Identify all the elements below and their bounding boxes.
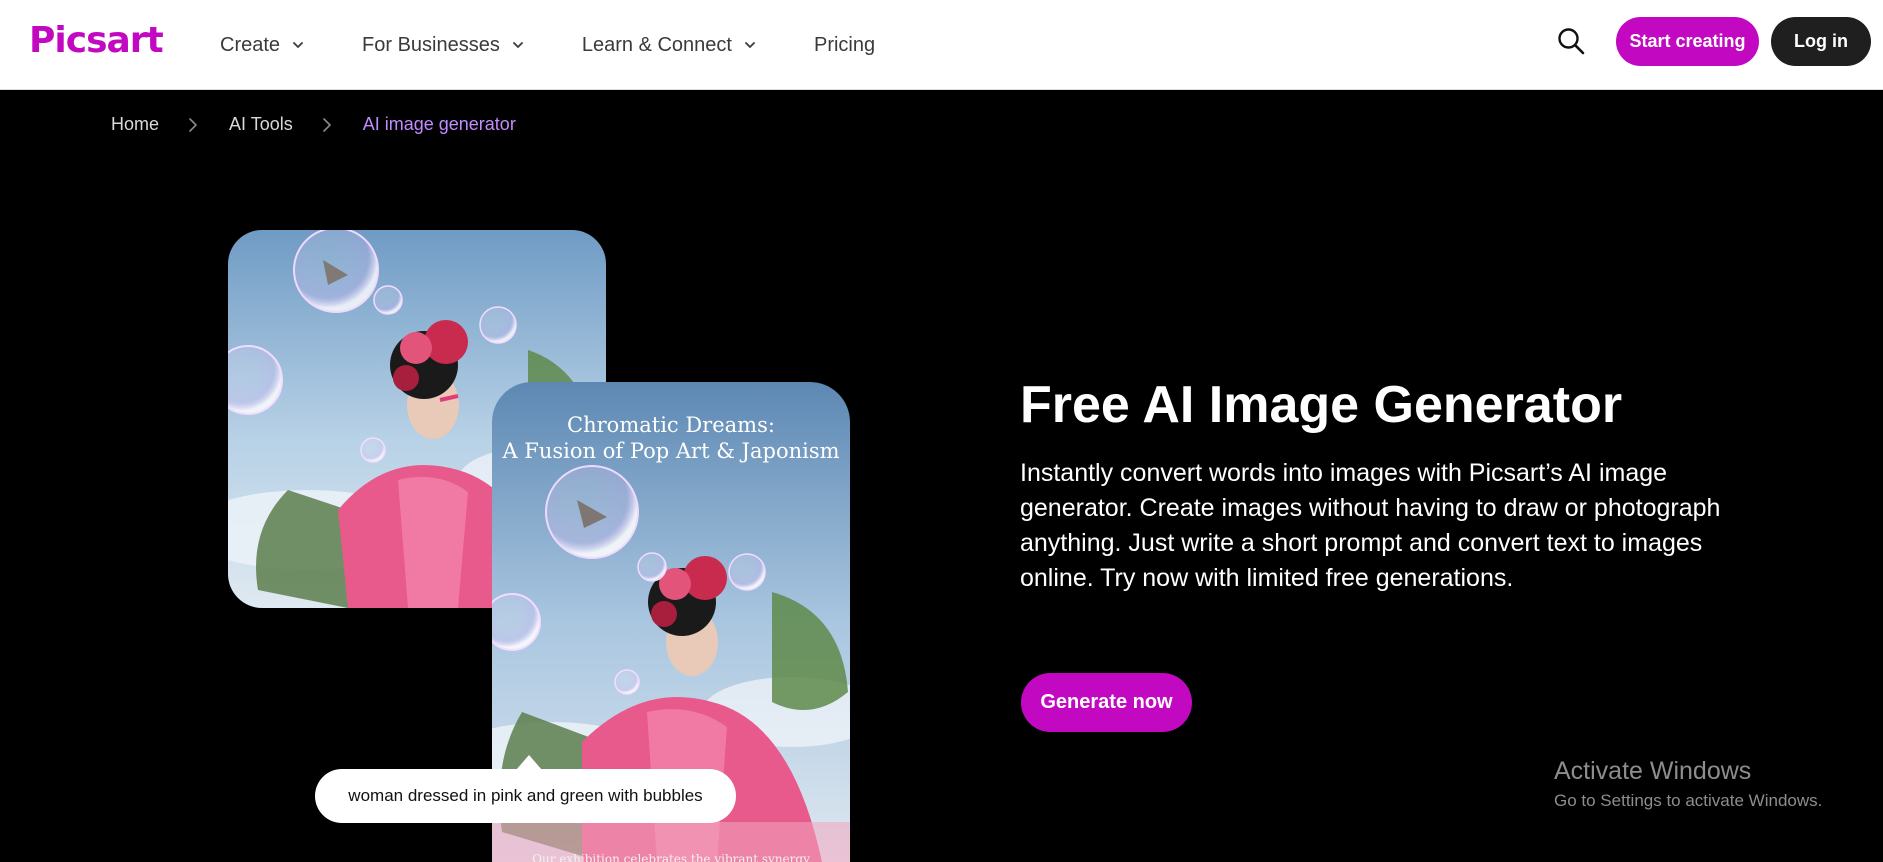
poster-title-line2: A Fusion of Pop Art & Japonism — [502, 439, 840, 463]
nav-create-label: Create — [220, 33, 281, 56]
chevron-right-icon — [189, 117, 197, 132]
page-title: Free AI Image Generator — [1020, 376, 1623, 434]
chevron-down-icon — [745, 42, 755, 48]
nav-create[interactable]: Create — [220, 34, 306, 57]
chevron-down-icon — [293, 42, 303, 48]
nav-pricing[interactable]: Pricing — [814, 34, 875, 57]
prompt-bubble-tail — [516, 755, 542, 770]
breadcrumb-ai-tools[interactable]: AI Tools — [229, 114, 293, 135]
nav-learn-connect[interactable]: Learn & Connect — [582, 34, 758, 57]
nav-for-businesses[interactable]: For Businesses — [362, 34, 526, 57]
poster-footer: Our exhibition celebrates the vibrant sy… — [532, 852, 810, 862]
activate-windows-title: Activate Windows — [1554, 757, 1752, 785]
hero-description: Instantly convert words into images with… — [1020, 459, 1721, 592]
log-in-button[interactable]: Log in — [1771, 17, 1871, 66]
search-icon[interactable] — [1556, 26, 1586, 56]
nav-pricing-label: Pricing — [813, 33, 876, 56]
breadcrumb-home[interactable]: Home — [111, 114, 159, 135]
nav-learn-connect-label: Learn & Connect — [581, 33, 732, 56]
breadcrumb: Home AI Tools AI image generator — [111, 114, 516, 135]
main-nav: Create For Businesses Learn & Connect Pr… — [220, 0, 931, 90]
chevron-right-icon — [322, 117, 331, 132]
prompt-text: woman dressed in pink and green with bub… — [348, 786, 703, 805]
prompt-bubble: woman dressed in pink and green with bub… — [315, 769, 736, 823]
breadcrumb-current: AI image generator — [362, 114, 516, 134]
poster-title-line1: Chromatic Dreams: — [567, 413, 775, 437]
picsart-logo[interactable]: Picsart — [29, 20, 164, 61]
start-creating-button[interactable]: Start creating — [1616, 17, 1759, 66]
nav-for-businesses-label: For Businesses — [362, 33, 500, 56]
poster-title: Chromatic Dreams: A Fusion of Pop Art & … — [492, 412, 850, 464]
chevron-down-icon — [512, 42, 523, 48]
activate-windows-subtitle: Go to Settings to activate Windows. — [1554, 791, 1823, 810]
top-header: Picsart Create For Businesses Learn & Co… — [0, 0, 1883, 90]
generate-now-button[interactable]: Generate now — [1021, 673, 1192, 732]
